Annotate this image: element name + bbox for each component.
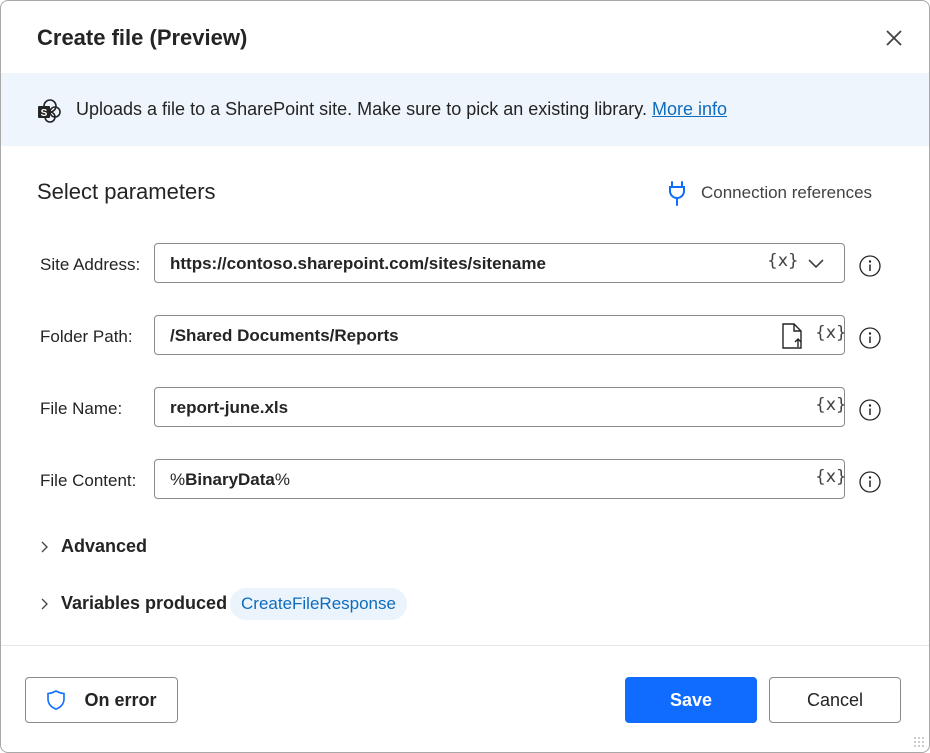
variable-chip[interactable]: CreateFileResponse	[230, 588, 407, 620]
svg-text:S: S	[41, 108, 48, 119]
section-title: Select parameters	[37, 179, 216, 204]
file-content-label: File Content:	[40, 471, 137, 490]
sharepoint-icon: S	[38, 99, 61, 123]
info-icon[interactable]	[859, 399, 881, 421]
plug-icon	[669, 181, 685, 206]
site-address-input[interactable]: https://contoso.sharepoint.com/sites/sit…	[154, 243, 845, 283]
variables-produced-label: Variables produced	[61, 593, 228, 613]
variables-produced-toggle[interactable]: Variables produced	[39, 593, 227, 614]
save-button[interactable]: Save	[625, 677, 757, 723]
insert-variable-button[interactable]: {x}	[815, 395, 847, 415]
variable-delimiter: %	[170, 470, 186, 489]
file-name-input[interactable]: report-june.xls {x}	[154, 387, 847, 427]
info-icon[interactable]	[859, 327, 881, 349]
insert-variable-button[interactable]: {x}	[815, 467, 847, 487]
banner-text: Uploads a file to a SharePoint site. Mak…	[76, 99, 727, 120]
file-content-input[interactable]: %BinaryData% {x}	[154, 459, 847, 499]
footer-divider	[1, 645, 929, 646]
close-button[interactable]	[881, 25, 907, 51]
shield-icon	[47, 690, 66, 710]
dialog-title: Create file (Preview)	[37, 25, 248, 50]
cancel-button[interactable]: Cancel	[769, 677, 901, 723]
site-address-value: https://contoso.sharepoint.com/sites/sit…	[170, 254, 546, 273]
site-address-label: Site Address:	[40, 255, 141, 274]
on-error-button[interactable]: On error	[25, 677, 178, 723]
file-content-value: %BinaryData%	[170, 470, 290, 490]
more-info-link[interactable]: More info	[652, 99, 727, 119]
insert-variable-button[interactable]: {x}	[815, 323, 847, 343]
on-error-label: On error	[84, 689, 157, 710]
connection-references-label: Connection references	[701, 183, 873, 202]
connection-references-button[interactable]: Connection references	[667, 179, 872, 207]
banner-description: Uploads a file to a SharePoint site. Mak…	[76, 99, 647, 119]
chevron-down-icon[interactable]	[807, 256, 825, 270]
variable-delimiter: %	[274, 470, 291, 489]
create-file-dialog: Create file (Preview) S Uploads a file t…	[0, 0, 930, 753]
close-icon	[886, 30, 902, 46]
folder-path-value: /Shared Documents/Reports	[170, 326, 399, 345]
insert-variable-button[interactable]: {x}	[767, 251, 799, 271]
file-name-label: File Name:	[40, 399, 123, 418]
chevron-right-icon	[41, 598, 48, 609]
advanced-toggle[interactable]: Advanced	[39, 536, 147, 557]
info-icon[interactable]	[859, 471, 881, 493]
file-upload-icon[interactable]	[781, 323, 805, 349]
folder-path-label: Folder Path:	[40, 327, 133, 346]
variable-name: BinaryData	[185, 470, 275, 489]
chevron-right-icon	[41, 541, 48, 552]
info-icon[interactable]	[859, 255, 881, 277]
file-name-value: report-june.xls	[170, 398, 289, 417]
advanced-label: Advanced	[61, 536, 148, 556]
folder-path-input[interactable]: /Shared Documents/Reports {x}	[154, 315, 847, 355]
resize-grip[interactable]	[913, 736, 925, 748]
